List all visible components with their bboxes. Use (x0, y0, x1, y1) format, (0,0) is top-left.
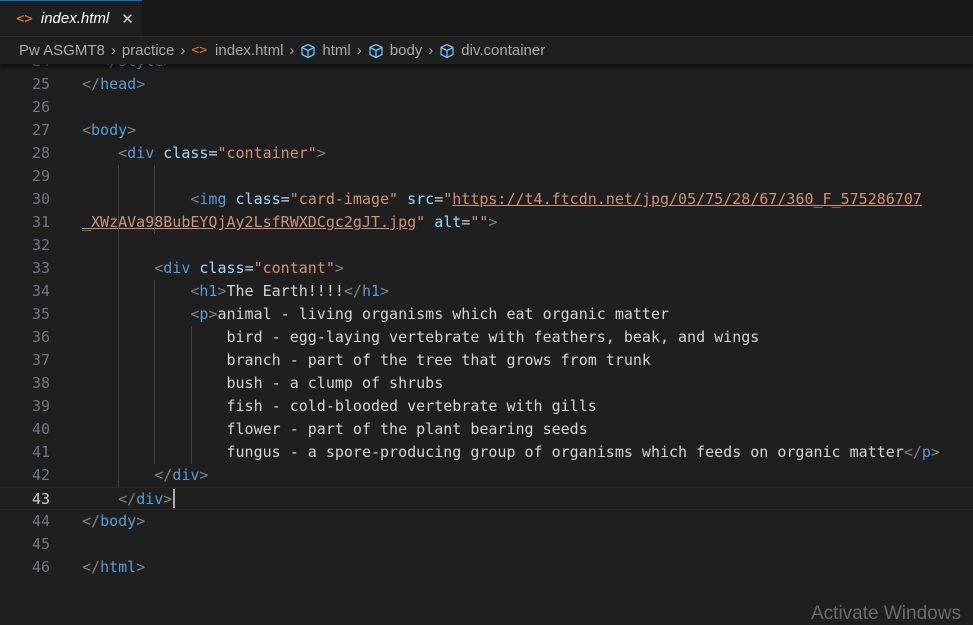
breadcrumb-folder-practice[interactable]: practice (122, 42, 175, 59)
code-line[interactable]: 25 </head> (0, 73, 973, 96)
code-line[interactable]: 37 branch - part of the tree that grows … (0, 349, 973, 372)
line-code: <h1>The Earth!!!!</h1> (190, 282, 390, 300)
code-line[interactable]: 45 (0, 533, 973, 556)
breadcrumb-symbol-html[interactable]: html (300, 42, 351, 59)
line-number: 36 (31, 328, 50, 346)
chevron-right-icon: › (180, 42, 186, 59)
line-code: branch - part of the tree that grows fro… (82, 351, 651, 369)
breadcrumb-symbol-div-container[interactable]: div.container (439, 42, 545, 59)
breadcrumb: Pw ASGMT8 › practice › <> index.html › h… (0, 37, 973, 64)
line-number: 29 (31, 167, 50, 185)
code-line[interactable]: 36 bird - egg-laying vertebrate with fea… (0, 326, 973, 349)
code-line[interactable]: 38 bush - a clump of shrubs (0, 372, 973, 395)
line-code: <div class="container"> (118, 144, 326, 162)
editor-tab-bar: <> index.html ✕ (0, 0, 973, 37)
line-number: 27 (31, 121, 50, 139)
indent-guide (190, 326, 192, 464)
cube-icon (369, 43, 383, 58)
line-number: 35 (31, 305, 50, 323)
chevron-right-icon: › (428, 42, 434, 59)
html-file-icon: <> (191, 43, 208, 58)
line-code: flower - part of the plant bearing seeds (82, 420, 588, 438)
line-number: 31 (31, 213, 50, 231)
code-line[interactable]: 27 <body> (0, 119, 973, 142)
line-code: </head> (82, 75, 146, 93)
code-line[interactable]: 30 <img class="card-image" src="https://… (0, 188, 973, 211)
line-number: 41 (31, 443, 50, 461)
line-code: <div class="contant"> (154, 259, 344, 277)
html-file-icon: <> (16, 10, 33, 27)
line-number: 37 (31, 351, 50, 369)
line-number: 44 (31, 512, 50, 530)
code-editor[interactable]: 24 </style>25</head>2627<body>28 <div cl… (0, 51, 973, 620)
indent-guide (154, 165, 156, 234)
line-number: 32 (31, 236, 50, 254)
line-number: 33 (31, 259, 50, 277)
line-number: 34 (31, 282, 50, 300)
text-cursor (172, 489, 175, 508)
code-line[interactable]: 28 <div class="container"> (0, 142, 973, 165)
line-number: 39 (31, 397, 50, 415)
line-code: </div> (118, 490, 173, 508)
line-number: 38 (31, 374, 50, 392)
line-number: 40 (31, 420, 50, 438)
code-line[interactable]: 41 fungus - a spore-producing group of o… (0, 441, 973, 464)
code-line[interactable]: 35 <p>animal - living organisms which ea… (0, 303, 973, 326)
line-code: fungus - a spore-producing group of orga… (82, 443, 940, 461)
cube-icon (301, 43, 316, 58)
line-number: 26 (31, 98, 50, 116)
line-code: </body> (82, 512, 146, 530)
code-line[interactable]: 26 (0, 96, 973, 119)
line-code: </html> (82, 558, 146, 576)
line-code: bush - a clump of shrubs (82, 374, 444, 392)
line-code: </div> (154, 466, 209, 484)
line-number: 25 (31, 75, 50, 93)
indent-guide (118, 165, 120, 487)
cube-icon (440, 43, 454, 58)
line-number: 28 (31, 144, 50, 162)
line-number: 42 (31, 466, 50, 484)
line-code: fish - cold-blooded vertebrate with gill… (82, 397, 597, 415)
code-line[interactable]: 44 </body> (0, 510, 973, 533)
code-line[interactable]: 43 </div> (0, 487, 973, 510)
breadcrumb-folder-pw-asgmt8[interactable]: Pw ASGMT8 (19, 42, 105, 59)
tab-index-html[interactable]: <> index.html ✕ (0, 0, 142, 36)
indent-guide (154, 280, 156, 464)
tab-title: index.html (40, 10, 110, 27)
chevron-right-icon: › (356, 42, 362, 59)
code-line[interactable]: 40 flower - part of the plant bearing se… (0, 418, 973, 441)
line-code: <img class="card-image" src="https://t4.… (190, 190, 922, 208)
line-code: <p>animal - living organisms which eat o… (190, 305, 670, 323)
code-line[interactable]: 34 <h1>The Earth!!!!</h1> (0, 280, 973, 303)
line-code: _XWzAVa98BubEYQjAy2LsfRWXDCgc2gJT.jpg" a… (82, 213, 498, 231)
code-line[interactable]: 29 (0, 165, 973, 188)
line-number: 45 (31, 535, 50, 553)
code-line[interactable]: 33 <div class="contant"> (0, 257, 973, 280)
close-icon[interactable]: ✕ (121, 10, 134, 28)
chevron-right-icon: › (289, 42, 295, 59)
line-number: 43 (31, 490, 50, 508)
code-line[interactable]: 46 </html> (0, 556, 973, 579)
line-number: 30 (31, 190, 50, 208)
chevron-right-icon: › (110, 42, 116, 59)
breadcrumb-file-index-html[interactable]: <> index.html (191, 42, 283, 59)
breadcrumb-symbol-body[interactable]: body (368, 42, 422, 59)
line-code: <body> (82, 121, 137, 139)
code-line[interactable]: 31 _XWzAVa98BubEYQjAy2LsfRWXDCgc2gJT.jpg"… (0, 211, 973, 234)
line-number: 46 (31, 558, 50, 576)
activate-windows-watermark: Activate Windows (811, 603, 961, 624)
code-line[interactable]: 32 (0, 234, 973, 257)
code-line[interactable]: 39 fish - cold-blooded vertebrate with g… (0, 395, 973, 418)
code-line[interactable]: 42 </div> (0, 464, 973, 487)
line-code: bird - egg-laying vertebrate with feathe… (82, 328, 760, 346)
